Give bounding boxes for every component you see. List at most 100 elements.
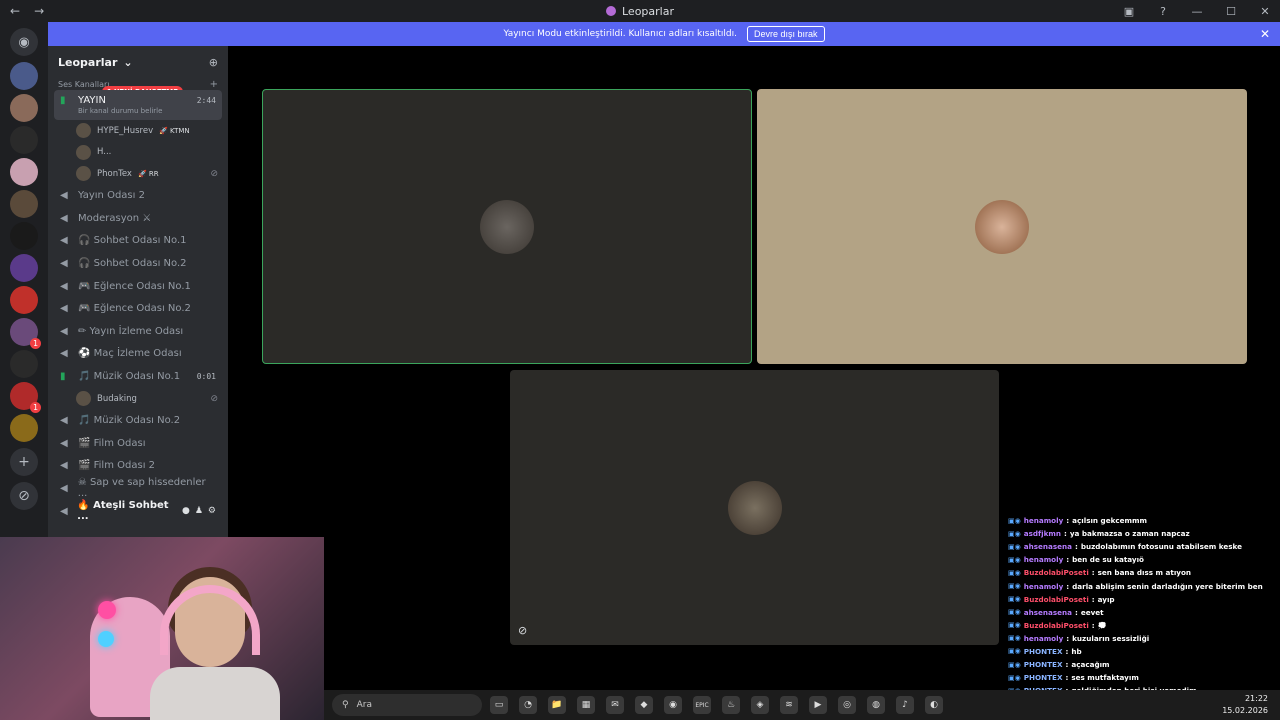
channel-status[interactable]: Bir kanal durumu belirle — [60, 107, 162, 115]
minimize-button[interactable]: — — [1188, 5, 1206, 18]
taskbar-app-icon[interactable]: ◎ — [838, 696, 856, 714]
server-icon[interactable] — [10, 222, 38, 250]
voice-channel[interactable]: ◀ ✏ Yayın İzleme Odası — [54, 320, 222, 343]
speaker-icon: ◀ — [60, 280, 68, 292]
voice-channel[interactable]: ◀ Yayın Odası 2 — [54, 185, 222, 208]
server-icon[interactable] — [10, 350, 38, 378]
channel-yayin[interactable]: ▮ YAYIN 2:44 Bir kanal durumu belirle — [54, 90, 222, 120]
participant-tile[interactable]: ⊘ — [510, 370, 999, 645]
taskbar-app-icon[interactable]: ◍ — [867, 696, 885, 714]
help-icon[interactable]: ? — [1154, 5, 1172, 18]
chat-user: henamoly — [1023, 633, 1064, 643]
discord-home-icon[interactable]: ◉ — [10, 28, 38, 56]
inbox-icon[interactable]: ▣ — [1120, 5, 1138, 18]
close-banner-icon[interactable]: ✕ — [1260, 27, 1270, 41]
explore-servers-button[interactable]: ⊘ — [10, 482, 38, 510]
chat-message: ▣◉ PHONTEX: ses mutfaktayım — [1008, 671, 1280, 684]
chat-text: ya bakmazsa o zaman napcaz — [1069, 529, 1190, 539]
separator: : — [1091, 568, 1095, 578]
chat-user: PHONTEX — [1023, 660, 1063, 670]
taskbar-app-icon[interactable]: 📁 — [548, 696, 566, 714]
taskbar-app-icon[interactable]: ♪ — [896, 696, 914, 714]
server-icon[interactable] — [10, 94, 38, 122]
server-icon[interactable] — [10, 126, 38, 154]
taskbar-app-icon[interactable]: ✉ — [606, 696, 624, 714]
voice-channel[interactable]: ◀ 🎮 Eğlence Odası No.1 — [54, 275, 222, 298]
voice-channel[interactable]: ◀ Moderasyon ⚔ — [54, 207, 222, 230]
close-button[interactable]: ✕ — [1256, 5, 1274, 18]
channel-atesli-sohbet[interactable]: ◀ 🔥 Ateşli Sohbet ... ● ♟ ⚙ — [54, 500, 222, 523]
taskbar-app-icon[interactable]: ≋ — [780, 696, 798, 714]
taskbar-app-icon[interactable]: ♨ — [722, 696, 740, 714]
voice-user[interactable]: H... — [76, 142, 228, 164]
channel-name: 🎬 Film Odası — [78, 437, 146, 449]
voice-user[interactable]: PhonTex 🚀 RR ⊘ — [76, 163, 228, 185]
voice-channel[interactable]: ◀ ☠ Sap ve sap hissedenler ... — [54, 477, 222, 500]
server-icon[interactable] — [10, 62, 38, 90]
server-header[interactable]: Leoparlar ⌄ ⊕ — [48, 46, 228, 78]
taskbar-app-icon[interactable]: ◈ — [751, 696, 769, 714]
speaker-icon: ◀ — [60, 212, 68, 224]
voice-active-icon: ▮ — [60, 95, 66, 106]
participant-tile[interactable] — [262, 89, 752, 364]
separator: : — [1091, 620, 1095, 630]
chat-message: ▣◉ henamoly: darla ablişim senin darladığı… — [1008, 579, 1280, 592]
taskbar-app-icon[interactable]: ▶ — [809, 696, 827, 714]
taskbar-app-icon[interactable]: ◉ — [664, 696, 682, 714]
badge-icon: ▣◉ — [1008, 647, 1021, 656]
system-clock[interactable]: 21:22 15.02.2026 — [1222, 693, 1268, 717]
forward-arrow-icon[interactable]: → — [34, 4, 44, 18]
taskbar-app-icon[interactable]: ◔ — [519, 696, 537, 714]
server-icon[interactable]: 1 — [10, 318, 41, 349]
separator: : — [1066, 516, 1070, 526]
channel-name: Moderasyon ⚔ — [78, 212, 152, 224]
add-server-button[interactable]: + — [10, 448, 38, 476]
voice-channel[interactable]: ◀ 🎧 Sohbet Odası No.1 — [54, 230, 222, 253]
taskbar-app-icon[interactable]: EPIC — [693, 696, 711, 714]
channel-name: YAYIN — [78, 95, 106, 106]
chat-user: BuzdolabiPoseti — [1023, 594, 1089, 604]
server-icon[interactable] — [10, 414, 38, 442]
voice-channel[interactable]: ◀ ⚽ Maç İzleme Odası — [54, 343, 222, 366]
muted-icon: ⊘ — [518, 624, 528, 637]
streamer-mode-banner: Yayıncı Modu etkinleştirildi. Kullanıcı … — [48, 22, 1280, 46]
avatar — [76, 391, 91, 407]
window-controls: ▣? — ☐ ✕ — [1120, 0, 1274, 22]
chat-bubble-icon[interactable]: ● — [182, 506, 190, 516]
taskbar-app-icon[interactable]: ▭ — [490, 696, 508, 714]
disable-streamer-mode-button[interactable]: Devre dışı bırak — [747, 26, 825, 42]
server-icon[interactable] — [10, 254, 38, 282]
taskbar-app-icon[interactable]: ◆ — [635, 696, 653, 714]
voice-user[interactable]: HYPE_Husrev 🚀 KTMN — [76, 120, 228, 142]
taskbar-app-icon[interactable]: ▦ — [577, 696, 595, 714]
voice-channel[interactable]: ◀ 🎮 Eğlence Odası No.2 — [54, 297, 222, 320]
voice-channel[interactable]: ◀ 🎵 Müzik Odası No.2 — [54, 409, 222, 432]
chat-message: ▣◉ henamoly: ben de su katayıö — [1008, 553, 1280, 566]
badge-icon: ▣◉ — [1008, 608, 1021, 617]
voice-channel[interactable]: ◀ 🎬 Film Odası — [54, 432, 222, 455]
create-channel-icon[interactable]: + — [210, 79, 218, 90]
clock-date: 15.02.2026 — [1222, 706, 1268, 715]
channel-muzik-1[interactable]: ▮ 🎵 Müzik Odası No.1 0:01 — [54, 365, 222, 388]
invite-people-icon[interactable]: ⊕ — [209, 56, 218, 69]
channel-name: ☠ Sap ve sap hissedenler ... — [77, 477, 206, 500]
participant-tile[interactable] — [757, 89, 1247, 364]
badge-icon: ▣◉ — [1008, 660, 1021, 669]
invite-icon[interactable]: ♟ — [195, 506, 203, 516]
user-tag: 🚀 RR — [137, 169, 159, 178]
gear-icon[interactable]: ⚙ — [208, 506, 216, 516]
taskbar-app-icon[interactable]: ◐ — [925, 696, 943, 714]
server-icon[interactable] — [10, 190, 38, 218]
voice-channel[interactable]: ◀ 🎧 Sohbet Odası No.2 — [54, 252, 222, 275]
chat-text: kuzuların sessizliği — [1072, 633, 1150, 643]
back-arrow-icon[interactable]: ← — [10, 4, 20, 18]
chat-message: ▣◉ asdfjkmn: ya bakmazsa o zaman napcaz — [1008, 527, 1280, 540]
server-icon[interactable]: 1 — [10, 382, 41, 413]
channel-name: 🎧 Sohbet Odası No.1 — [78, 235, 187, 247]
server-icon[interactable] — [10, 286, 38, 314]
maximize-button[interactable]: ☐ — [1222, 5, 1240, 18]
taskbar-search[interactable]: ⚲ Ara — [332, 694, 482, 716]
voice-channel[interactable]: ◀ 🎬 Film Odası 2 — [54, 455, 222, 478]
server-icon[interactable] — [10, 158, 38, 186]
voice-user[interactable]: Budaking ⊘ — [76, 388, 228, 410]
